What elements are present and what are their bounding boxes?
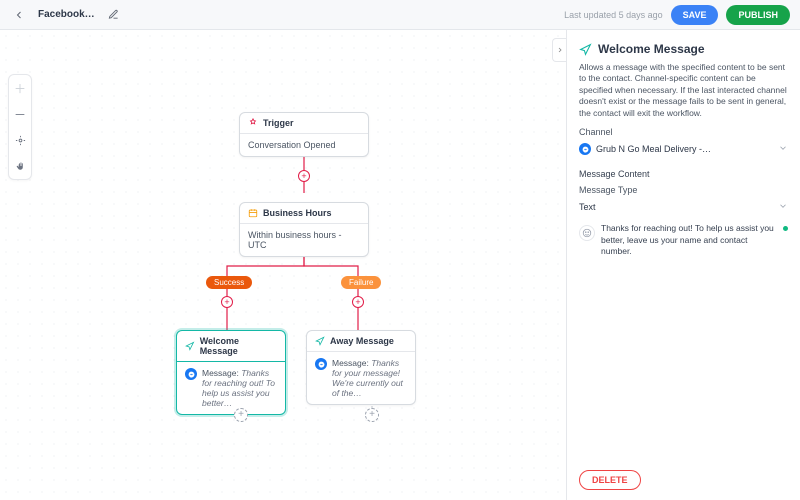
message-type-value: Text bbox=[579, 202, 596, 212]
save-button[interactable]: SAVE bbox=[671, 5, 719, 25]
node-away-body: Message: Thanks for your message! We're … bbox=[332, 358, 407, 398]
status-dot-icon bbox=[783, 226, 788, 231]
message-text-input[interactable]: Thanks for reaching out! To help us assi… bbox=[601, 223, 777, 257]
node-welcome-message[interactable]: Welcome Message Message: Thanks for reac… bbox=[176, 330, 286, 415]
chevron-down-icon bbox=[778, 143, 788, 155]
node-away-message[interactable]: Away Message Message: Thanks for your me… bbox=[306, 330, 416, 405]
messenger-icon bbox=[579, 143, 591, 155]
publish-button[interactable]: PUBLISH bbox=[726, 5, 790, 25]
delete-button[interactable]: DELETE bbox=[579, 470, 641, 490]
channel-select[interactable]: Grub N Go Meal Delivery -… bbox=[579, 140, 788, 159]
node-business-hours-title: Business Hours bbox=[263, 208, 332, 218]
node-welcome-title: Welcome Message bbox=[200, 336, 277, 356]
messenger-icon bbox=[185, 368, 197, 380]
edit-title-icon[interactable] bbox=[105, 6, 123, 24]
add-step-after-trigger[interactable]: + bbox=[298, 170, 310, 182]
node-trigger-title: Trigger bbox=[263, 118, 294, 128]
fit-view-icon[interactable] bbox=[8, 127, 32, 153]
messenger-icon bbox=[315, 358, 327, 370]
node-welcome-body: Message: Thanks for reaching out! To hel… bbox=[202, 368, 277, 408]
node-business-hours-body: Within business hours - UTC bbox=[240, 224, 368, 256]
add-step-after-welcome[interactable]: + bbox=[234, 408, 248, 422]
connector-lines bbox=[0, 30, 566, 500]
zoom-in-icon: ＋ bbox=[8, 75, 32, 101]
top-bar: Facebook… Last updated 5 days ago SAVE P… bbox=[0, 0, 800, 30]
back-arrow-icon[interactable] bbox=[10, 6, 28, 24]
zoom-out-icon[interactable]: － bbox=[8, 101, 32, 127]
message-content-label: Message Content bbox=[579, 169, 788, 179]
emoji-picker-icon[interactable] bbox=[579, 225, 595, 241]
message-type-select[interactable]: Text bbox=[579, 198, 788, 217]
channel-label: Channel bbox=[579, 127, 788, 137]
node-trigger-body: Conversation Opened bbox=[240, 134, 368, 156]
collapse-panel-icon[interactable] bbox=[552, 38, 566, 62]
channel-value: Grub N Go Meal Delivery -… bbox=[596, 144, 711, 154]
add-step-success-branch[interactable]: + bbox=[221, 296, 233, 308]
add-step-after-away[interactable]: + bbox=[365, 408, 379, 422]
node-away-title: Away Message bbox=[330, 336, 394, 346]
last-updated-text: Last updated 5 days ago bbox=[564, 10, 663, 20]
message-type-label: Message Type bbox=[579, 185, 788, 195]
branch-success-badge: Success bbox=[206, 276, 252, 289]
workflow-canvas[interactable]: ＋ － Trigger Conversation Opened + bbox=[0, 30, 566, 500]
pan-hand-icon[interactable] bbox=[8, 153, 32, 179]
node-business-hours[interactable]: Business Hours Within business hours - U… bbox=[239, 202, 369, 257]
chevron-down-icon bbox=[778, 201, 788, 213]
send-icon bbox=[579, 43, 592, 56]
details-panel: Welcome Message Allows a message with th… bbox=[566, 30, 800, 500]
panel-title: Welcome Message bbox=[579, 42, 788, 56]
canvas-tool-rail: ＋ － bbox=[8, 74, 32, 180]
panel-description: Allows a message with the specified cont… bbox=[579, 62, 788, 119]
workflow-title: Facebook… bbox=[38, 9, 95, 20]
branch-failure-badge: Failure bbox=[341, 276, 381, 289]
add-step-failure-branch[interactable]: + bbox=[352, 296, 364, 308]
node-trigger[interactable]: Trigger Conversation Opened bbox=[239, 112, 369, 157]
